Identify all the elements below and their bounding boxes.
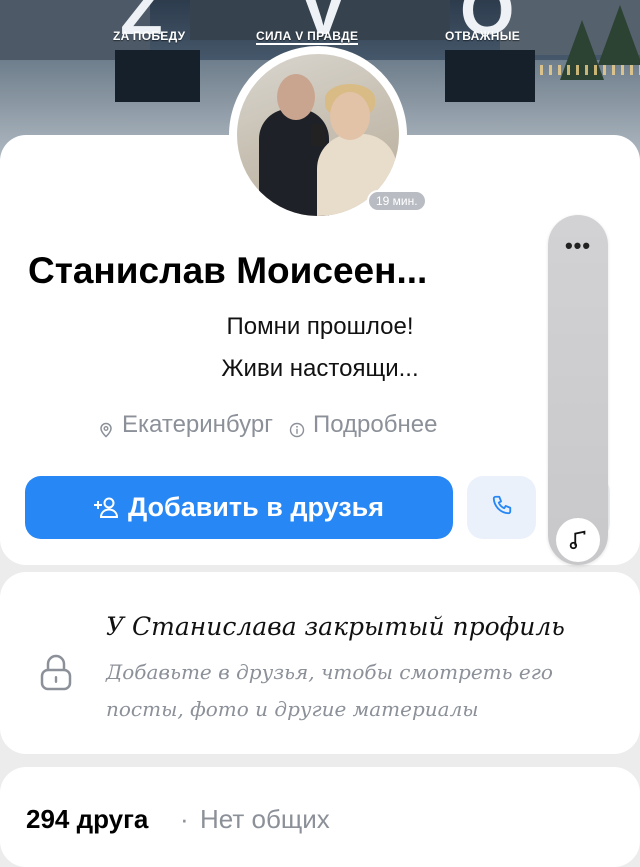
more-dots-icon[interactable]: ••• xyxy=(548,233,608,259)
add-friend-button[interactable]: Добавить в друзья xyxy=(25,476,453,539)
profile-name: Станислав Моисеен... xyxy=(28,250,428,291)
friends-card[interactable]: 294 друга · Нет общих xyxy=(0,767,640,867)
private-profile-title: У Станислава закрытый профиль xyxy=(106,612,565,641)
location-pin-icon xyxy=(98,417,114,438)
cover-tagline: ОТВАЖНЫЕ xyxy=(445,29,521,43)
cover-block xyxy=(445,50,535,102)
avatar-figure xyxy=(311,124,325,146)
private-profile-description: Добавьте в друзья, чтобы смотреть его по… xyxy=(106,660,553,721)
call-button[interactable] xyxy=(467,476,536,539)
common-friends-label: Нет общих xyxy=(200,804,330,834)
profile-status-line-1: Помни прошлое! xyxy=(226,313,414,340)
add-user-icon xyxy=(93,495,120,521)
details-link[interactable]: Подробнее xyxy=(313,411,437,439)
floating-side-panel[interactable]: ••• xyxy=(548,215,608,565)
profile-meta-row: Екатеринбург Подробнее xyxy=(98,411,437,439)
last-seen-badge: 19 мин. xyxy=(367,190,427,212)
cover-tagline: СИЛА V ПРАВДЕ xyxy=(256,29,359,45)
cover-tagline: ZA ПОБЕДУ xyxy=(113,29,186,43)
info-circle-icon xyxy=(289,417,305,438)
profile-city: Екатеринбург xyxy=(122,411,273,438)
cover-lights xyxy=(540,65,640,75)
private-profile-card: У Станислава закрытый профиль Добавьте в… xyxy=(0,572,640,754)
cover-block xyxy=(115,50,200,102)
cover-tree xyxy=(598,5,640,65)
phone-icon xyxy=(491,494,513,521)
avatar-figure xyxy=(330,92,370,140)
friends-separator: · xyxy=(180,804,189,834)
profile-status-line-2: Живи настоящи... xyxy=(221,355,419,382)
add-friend-label: Добавить в друзья xyxy=(127,492,385,522)
lock-icon xyxy=(38,652,74,697)
friends-count[interactable]: 294 друга xyxy=(26,804,148,835)
music-note-icon[interactable] xyxy=(556,518,600,562)
avatar-figure xyxy=(277,74,315,120)
